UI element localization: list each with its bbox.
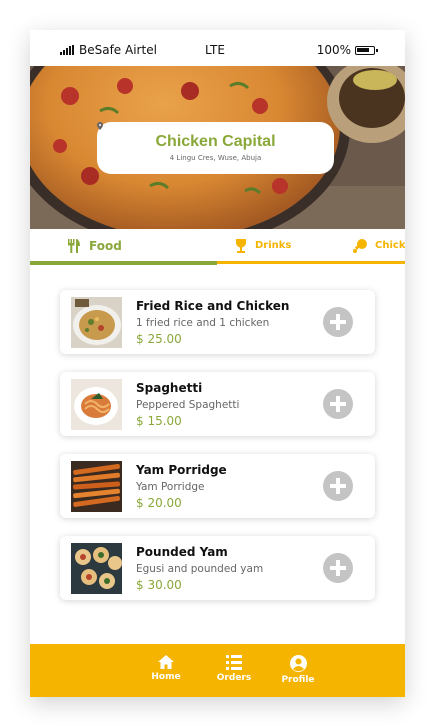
nav-orders[interactable]: Orders [204,655,264,683]
tab-chicken-label: Chicke [375,240,405,251]
bottom-navigation: Home Orders Profile [30,644,405,697]
tab-food[interactable]: Food [67,229,122,262]
signal-icon [60,45,74,55]
add-to-cart-icon[interactable] [323,389,353,419]
add-to-cart-icon[interactable] [323,553,353,583]
menu-item-pounded-yam[interactable]: Pounded Yam Egusi and pounded yam $ 30.0… [60,536,375,600]
restaurant-name: Chicken Capital [155,133,276,150]
phone-screen: BeSafe Airtel LTE 100% Chicken Capital 4… [30,30,405,697]
item-price: $ 15.00 [136,414,182,428]
status-bar: BeSafe Airtel LTE 100% [30,30,405,66]
add-to-cart-icon[interactable] [323,471,353,501]
tab-chicken[interactable]: Chicke [353,229,405,262]
item-price: $ 25.00 [136,332,182,346]
menu-item-yam-porridge[interactable]: Yam Porridge Yam Porridge $ 20.00 [60,454,375,518]
item-description: 1 fried rice and 1 chicken [136,317,270,329]
item-name: Yam Porridge [136,463,227,477]
category-tabs: Food Drinks Chicke [30,229,405,265]
wine-glass-icon [236,238,246,253]
utensils-icon [68,238,80,253]
nav-home-label: Home [151,672,181,682]
pounded-yam-image [71,543,122,594]
network-type: LTE [205,43,225,57]
item-name: Fried Rice and Chicken [136,299,290,313]
restaurant-card: Chicken Capital 4 Lingu Cres, Wuse, Abuj… [97,122,334,174]
item-name: Spaghetti [136,381,203,395]
spaghetti-image [71,379,122,430]
location-pin-icon [97,122,103,130]
yam-porridge-image [71,461,122,512]
nav-profile[interactable]: Profile [268,655,328,685]
carrier-group: BeSafe Airtel [60,43,157,57]
item-description: Yam Porridge [136,481,205,493]
restaurant-hero: Chicken Capital 4 Lingu Cres, Wuse, Abuj… [30,66,405,229]
item-price: $ 20.00 [136,496,182,510]
fried-rice-image [71,297,122,348]
nav-home[interactable]: Home [136,655,196,682]
battery-icon [355,45,378,55]
user-icon [289,655,307,672]
item-price: $ 30.00 [136,578,182,592]
home-icon [158,655,174,669]
tab-underline [217,261,405,264]
battery-group: 100% [316,43,378,57]
nav-profile-label: Profile [281,675,315,685]
tab-drinks-label: Drinks [255,240,292,251]
list-icon [226,655,242,670]
address-text: 4 Lingu Cres, Wuse, Abuja [169,154,262,162]
carrier-name: BeSafe Airtel [79,43,157,57]
menu-list: Fried Rice and Chicken 1 fried rice and … [60,290,375,618]
tab-drinks[interactable]: Drinks [235,229,291,262]
item-name: Pounded Yam [136,545,228,559]
menu-item-spaghetti[interactable]: Spaghetti Peppered Spaghetti $ 15.00 [60,372,375,436]
drumstick-icon [353,238,367,253]
battery-percent: 100% [316,43,351,57]
tab-food-label: Food [89,238,122,253]
restaurant-address: 4 Lingu Cres, Wuse, Abuja [97,122,334,162]
active-tab-indicator [30,261,217,265]
item-description: Peppered Spaghetti [136,399,240,411]
menu-item-fried-rice[interactable]: Fried Rice and Chicken 1 fried rice and … [60,290,375,354]
add-to-cart-icon[interactable] [323,307,353,337]
item-description: Egusi and pounded yam [136,563,264,575]
nav-orders-label: Orders [216,673,252,683]
